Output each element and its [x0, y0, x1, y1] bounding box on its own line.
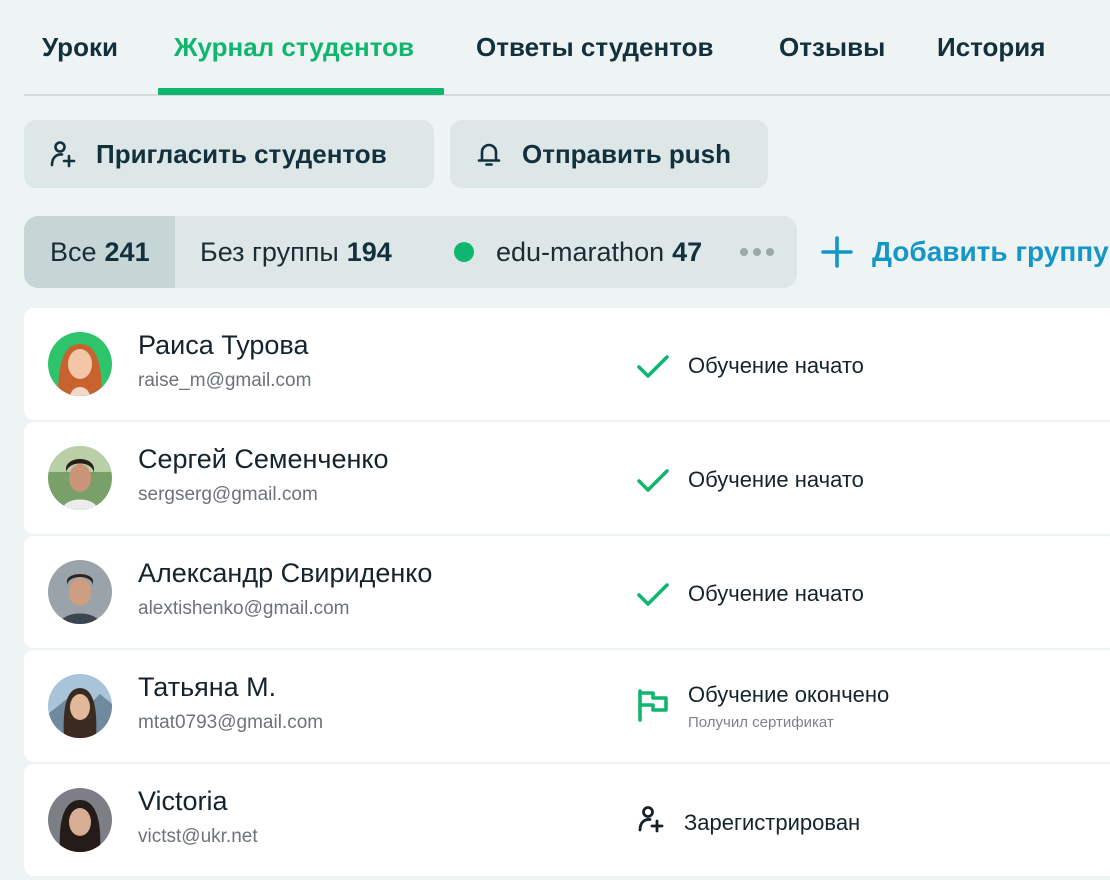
student-email: mtat0793@gmail.com	[138, 712, 324, 733]
student-status: Обучение начато	[688, 467, 864, 492]
student-name: Раиса Турова	[138, 330, 309, 360]
student-status: Обучение начато	[688, 581, 864, 606]
avatar	[48, 332, 112, 396]
plus-icon	[821, 236, 853, 268]
group-all-label: Все	[50, 236, 97, 267]
student-row[interactable]: Раиса Турова raise_m@gmail.com Обучение …	[24, 308, 1110, 420]
student-name: Александр Свириденко	[138, 558, 433, 588]
student-email: raise_m@gmail.com	[138, 370, 312, 391]
group-edu-marathon[interactable]: edu-marathon 47	[454, 216, 702, 288]
user-plus-icon	[638, 806, 664, 833]
check-icon	[637, 469, 669, 492]
avatar	[48, 560, 112, 624]
student-row[interactable]: Victoria victst@ukr.net Зарегистрирован	[24, 764, 1110, 876]
user-plus-icon	[48, 139, 78, 169]
group-edu-marathon-label: edu-marathon	[496, 236, 665, 267]
group-no-group-label: Без группы	[200, 236, 339, 267]
avatar	[48, 446, 112, 510]
add-group-label: Добавить группу	[872, 236, 1109, 267]
group-no-group[interactable]: Без группы 194	[200, 216, 392, 288]
group-edu-marathon-count: 47	[672, 236, 703, 267]
student-name: Татьяна М.	[138, 672, 277, 702]
student-status: Обучение окончено	[688, 682, 890, 707]
send-push-button[interactable]: Отправить push	[450, 120, 768, 188]
tab-student-answers[interactable]: Ответы студентов	[476, 32, 713, 96]
group-no-group-count: 194	[346, 236, 392, 267]
avatar	[48, 788, 112, 852]
group-more-icon[interactable]	[740, 216, 774, 288]
student-status: Обучение начато	[688, 353, 864, 378]
check-icon	[637, 583, 669, 606]
tab-bar: Уроки Журнал студентов Ответы студентов …	[24, 0, 1110, 96]
student-email: sergserg@gmail.com	[138, 484, 318, 505]
tab-history[interactable]: История	[937, 32, 1045, 96]
group-color-dot	[454, 242, 474, 262]
add-group-button[interactable]: Добавить группу	[820, 216, 1109, 288]
invite-students-label: Пригласить студентов	[96, 138, 387, 169]
student-substatus: Получил сертификат	[688, 714, 834, 731]
check-icon	[637, 355, 669, 378]
avatar	[48, 674, 112, 738]
send-push-label: Отправить push	[522, 138, 732, 169]
student-name: Victoria	[138, 786, 228, 816]
invite-students-button[interactable]: Пригласить студентов	[24, 120, 434, 188]
group-all[interactable]: Все 241	[24, 216, 175, 288]
student-status: Зарегистрирован	[684, 810, 861, 835]
student-row[interactable]: Сергей Семенченко sergserg@gmail.com Обу…	[24, 422, 1110, 534]
tab-student-journal[interactable]: Журнал студентов	[174, 32, 414, 96]
student-name: Сергей Семенченко	[138, 444, 389, 474]
student-email: victst@ukr.net	[138, 826, 258, 847]
bell-icon	[474, 139, 504, 169]
flag-icon	[638, 689, 668, 722]
student-email: alextishenko@gmail.com	[138, 598, 350, 619]
active-tab-indicator	[158, 88, 444, 95]
tab-lessons[interactable]: Уроки	[42, 32, 118, 96]
group-all-count: 241	[104, 236, 150, 267]
student-row[interactable]: Александр Свириденко alextishenko@gmail.…	[24, 536, 1110, 648]
group-filter: Все 241 Без группы 194 edu-marathon 47	[24, 216, 797, 288]
student-row[interactable]: Татьяна М. mtat0793@gmail.com Обучение о…	[24, 650, 1110, 762]
tab-reviews[interactable]: Отзывы	[779, 32, 885, 96]
